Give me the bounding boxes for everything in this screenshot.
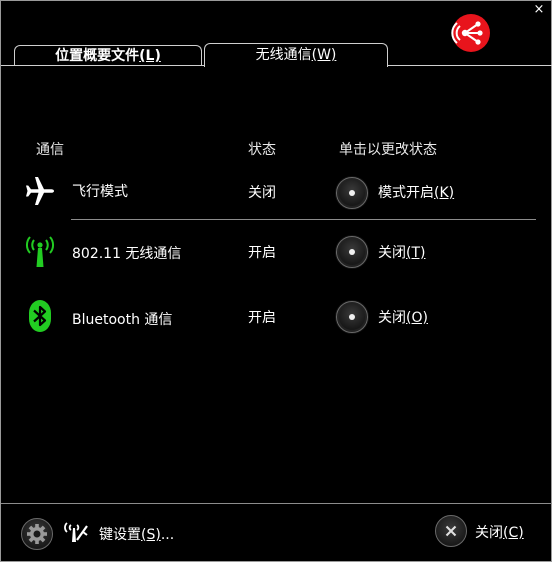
row-name: Bluetooth 通信 [72,312,173,328]
key-settings-ellipsis: ... [160,527,175,543]
header-status: 状态 [248,142,276,158]
airplane-mode-toggle-button[interactable] [336,177,368,209]
action-label: 模式开启 [378,185,434,201]
settings-button[interactable] [21,518,53,550]
wireless-manager-window: × 位置概要文件(L) 无线通信(W) 通信 状态 单击以更改状态 飞行模式 关… [0,0,552,562]
table-row-wifi: 802.11 无线通信 开启 关闭(T) [1,231,551,271]
wifi-action-label[interactable]: 关闭(T) [378,242,425,262]
section-divider [71,219,536,220]
tab-hotkey: (L) [139,48,161,64]
action-hotkey: (T) [406,245,426,261]
action-label: 关闭 [378,245,406,261]
airplane-mode-action-label[interactable]: 模式开启(K) [378,182,454,202]
wifi-antenna-icon [26,236,54,267]
action-label: 关闭 [378,310,406,326]
header-action: 单击以更改状态 [339,142,437,158]
tab-hotkey: (W) [311,47,337,63]
tab-bar: 位置概要文件(L) 无线通信(W) [1,43,551,67]
key-settings-hotkey: (S) [141,527,161,543]
window-close-icon[interactable]: × [533,3,545,16]
wifi-toggle-button[interactable] [336,236,368,268]
key-settings-label: 键设置 [99,527,141,543]
close-label[interactable]: 关闭(C) [475,522,524,542]
key-settings-link[interactable]: 键设置(S)... [99,524,174,544]
gear-icon [27,524,47,544]
row-name: 802.11 无线通信 [72,246,182,262]
footer-divider [1,503,552,504]
bluetooth-action-label[interactable]: 关闭(O) [378,307,428,327]
row-name: 飞行模式 [72,184,128,200]
tab-location-profiles[interactable]: 位置概要文件(L) [14,45,202,66]
close-button[interactable] [435,515,467,547]
row-status: 关闭 [248,185,276,201]
action-hotkey: (K) [434,185,455,201]
bluetooth-toggle-button[interactable] [336,301,368,333]
tab-label: 无线通信 [255,47,312,63]
row-status: 开启 [248,310,276,326]
close-hotkey: (C) [503,525,524,541]
row-status: 开启 [248,245,276,261]
tab-wireless[interactable]: 无线通信(W) [204,43,388,67]
table-row-airplane: 飞行模式 关闭 模式开启(K) [1,171,551,211]
airplane-icon [26,177,54,205]
action-hotkey: (O) [406,310,428,326]
tab-label: 位置概要文件 [55,48,140,64]
close-icon [445,525,457,537]
wireless-key-icon [64,522,88,542]
bluetooth-icon [29,300,51,332]
header-name: 通信 [36,142,64,158]
table-row-bluetooth: Bluetooth 通信 开启 关闭(O) [1,297,551,337]
close-text: 关闭 [475,525,503,541]
